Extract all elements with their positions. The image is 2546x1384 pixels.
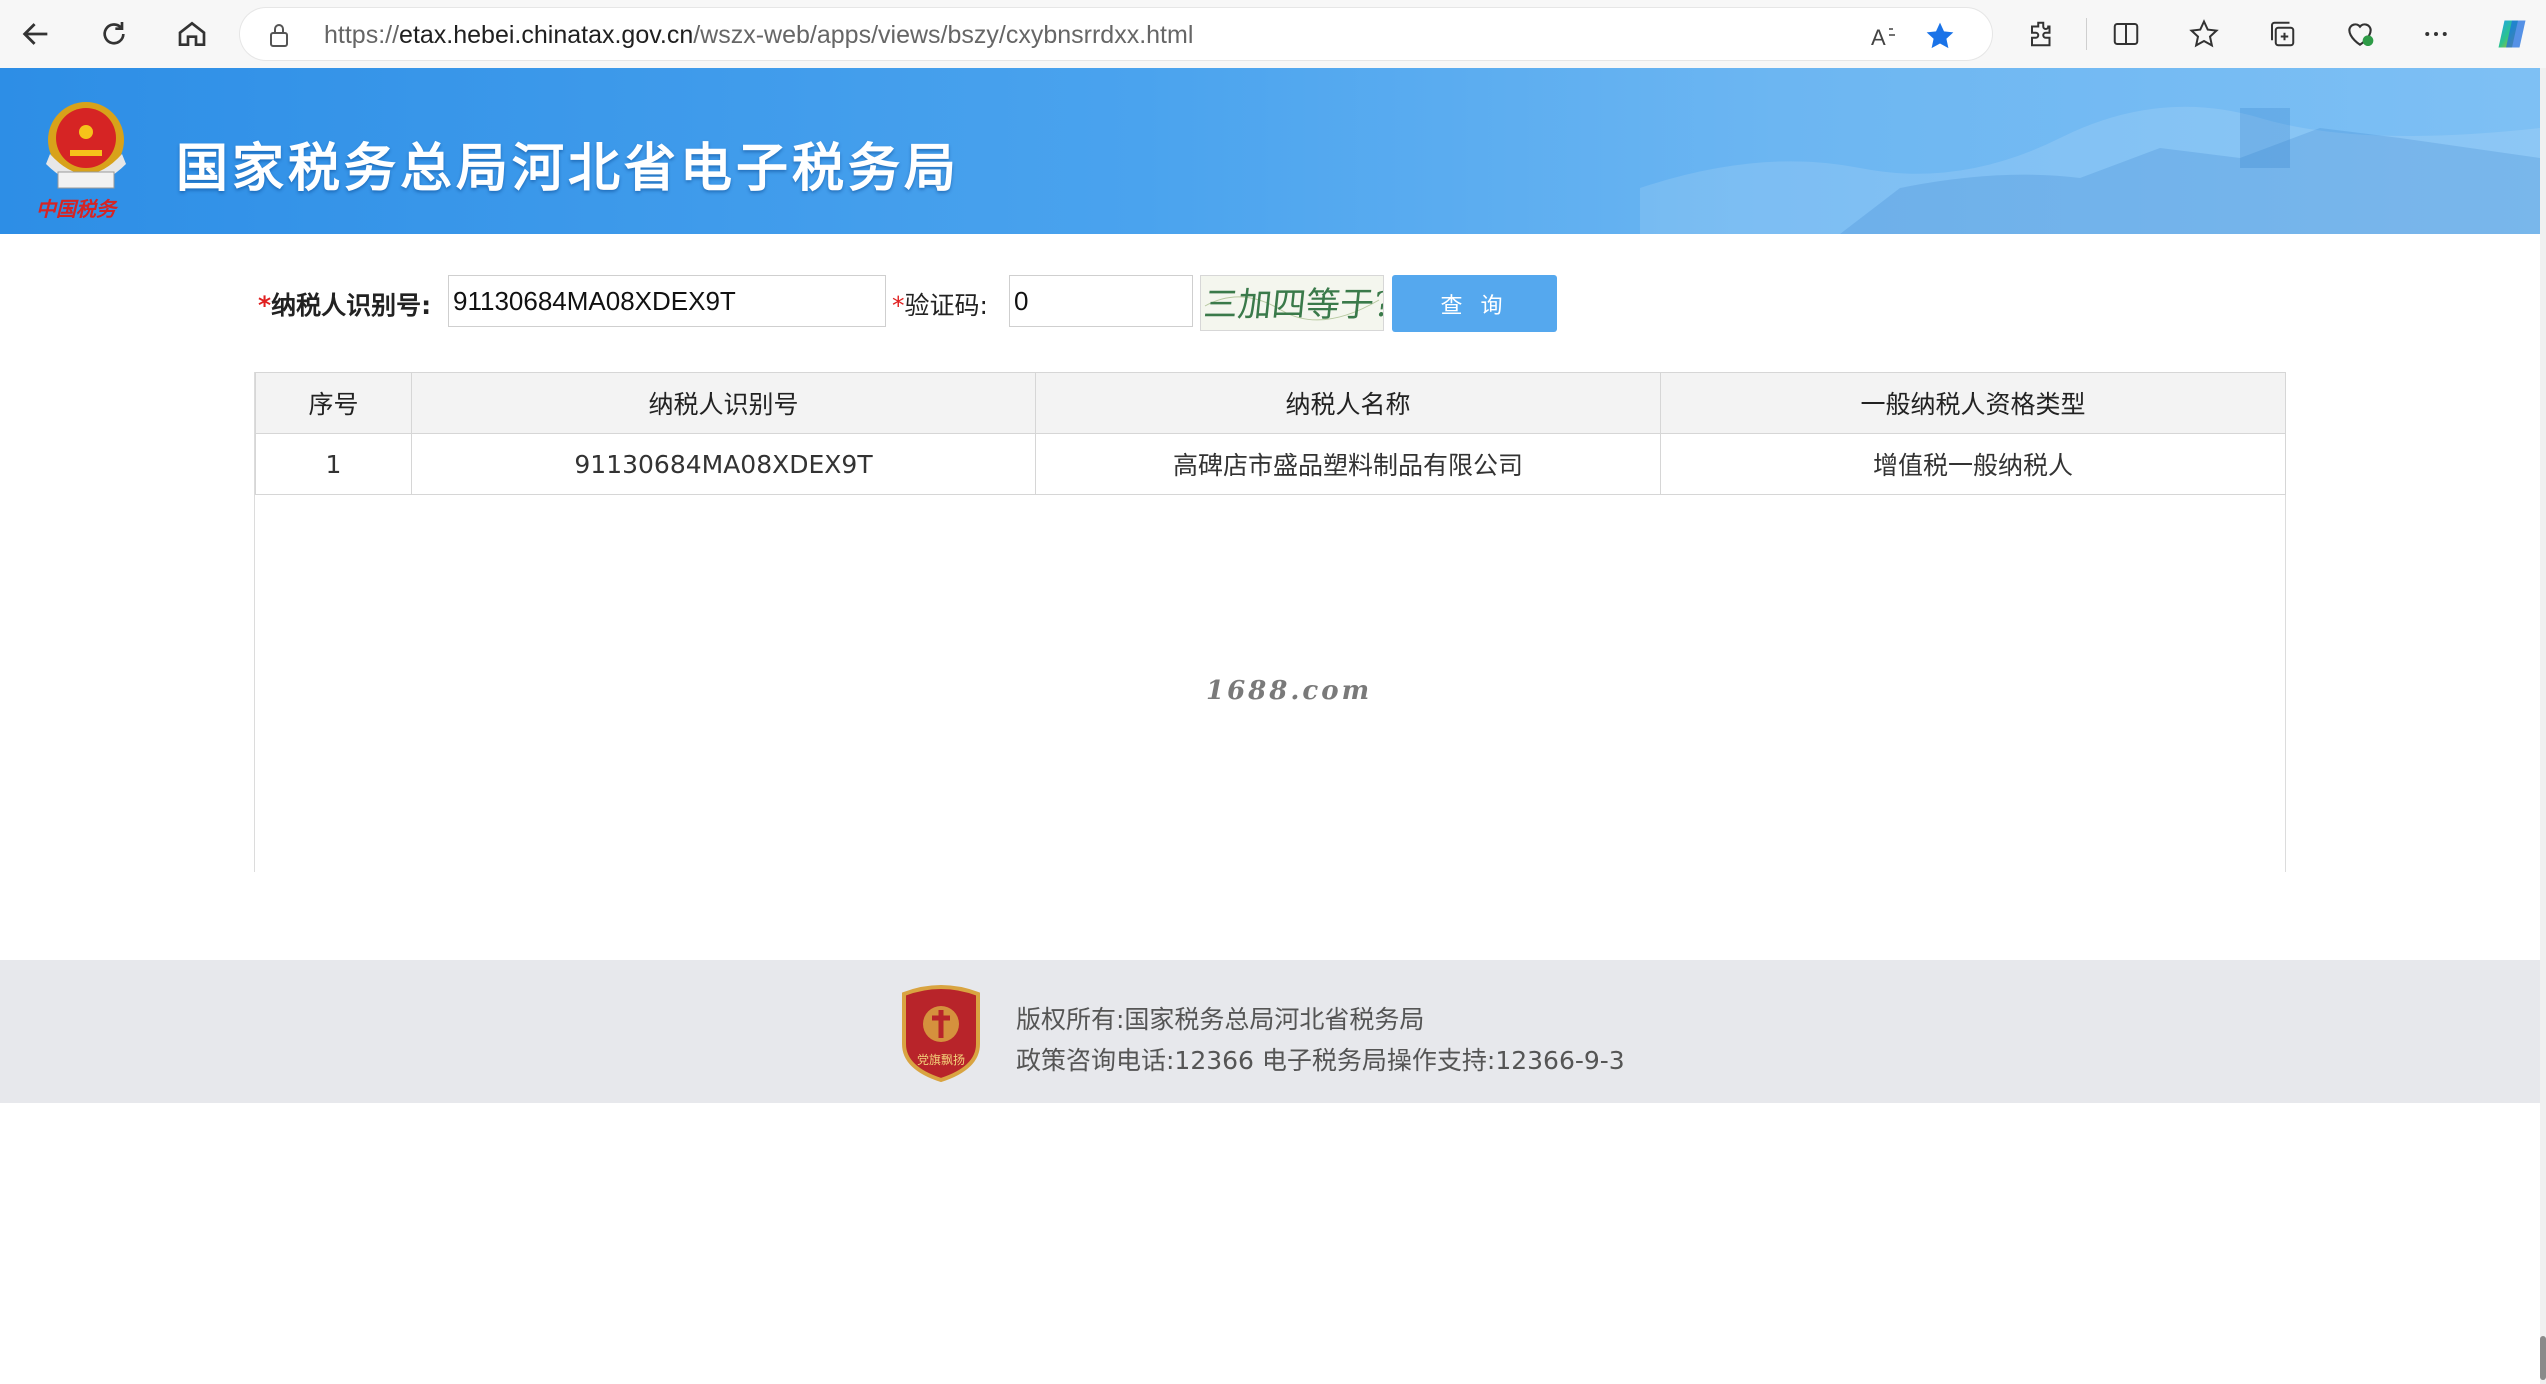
split-screen-icon[interactable] <box>2108 16 2144 52</box>
emblem-caption: 中国税务 <box>36 197 119 221</box>
lock-icon[interactable] <box>268 22 290 52</box>
browser-toolbar: https://etax.hebei.chinatax.gov.cn/wszx-… <box>0 0 2546 69</box>
col-header-taxpayer-id: 纳税人识别号 <box>411 372 1036 434</box>
scrollbar-thumb[interactable] <box>2540 1336 2546 1380</box>
table-row: 1 91130684MA08XDEX9T 高碑店市盛品塑料制品有限公司 增值税一… <box>255 433 2286 495</box>
back-icon[interactable] <box>16 14 56 54</box>
results-table-container: 序号 纳税人识别号 纳税人名称 一般纳税人资格类型 1 91130684MA08… <box>254 372 2286 872</box>
copilot-icon[interactable] <box>2494 16 2530 52</box>
favorite-star-icon[interactable] <box>1924 20 1956 52</box>
col-header-index: 序号 <box>255 372 412 434</box>
tax-emblem-logo: 中国税务 <box>30 92 146 224</box>
party-badge-logo: 党旗飘扬 <box>898 984 984 1086</box>
site-footer: 党旗飘扬 版权所有:国家税务总局河北省税务局 政策咨询电话:12366 电子税务… <box>0 960 2540 1103</box>
site-header: 中国税务 国家税务总局河北省电子税务局 <box>0 68 2540 234</box>
col-header-qualification-type: 一般纳税人资格类型 <box>1660 372 2286 434</box>
taxpayer-id-input[interactable] <box>448 275 886 327</box>
col-header-taxpayer-name: 纳税人名称 <box>1035 372 1661 434</box>
results-table: 序号 纳税人识别号 纳税人名称 一般纳税人资格类型 1 91130684MA08… <box>255 372 2286 495</box>
favorites-icon[interactable] <box>2186 16 2222 52</box>
cell-taxpayer-name: 高碑店市盛品塑料制品有限公司 <box>1035 433 1661 495</box>
read-aloud-icon[interactable]: A <box>1868 20 1900 52</box>
footer-contact: 政策咨询电话:12366 电子税务局操作支持:12366-9-3 <box>1016 1046 1625 1075</box>
great-wall-illustration <box>1640 106 2540 234</box>
cell-qualification-type: 增值税一般纳税人 <box>1660 433 2286 495</box>
cell-index: 1 <box>255 433 412 495</box>
page-scrollbar[interactable] <box>2540 68 2546 1384</box>
table-header-row: 序号 纳税人识别号 纳税人名称 一般纳税人资格类型 <box>255 372 2286 434</box>
home-icon[interactable] <box>172 14 212 54</box>
url-text[interactable]: https://etax.hebei.chinatax.gov.cn/wszx-… <box>324 21 1193 50</box>
collections-icon[interactable] <box>2264 16 2300 52</box>
captcha-image[interactable]: 三加四等于? <box>1200 275 1394 331</box>
extensions-icon[interactable] <box>2024 16 2060 52</box>
footer-copyright: 版权所有:国家税务总局河北省税务局 <box>1016 1005 1425 1034</box>
address-bar[interactable]: https://etax.hebei.chinatax.gov.cn/wszx-… <box>240 8 1992 60</box>
browser-essentials-icon[interactable] <box>2342 16 2378 52</box>
more-menu-icon[interactable] <box>2418 16 2454 52</box>
svg-text:A: A <box>1871 25 1886 50</box>
cell-taxpayer-id: 91130684MA08XDEX9T <box>411 433 1036 495</box>
captcha-text: 三加四等于? <box>1202 285 1383 325</box>
badge-text: 党旗飘扬 <box>917 1052 965 1067</box>
toolbar-divider <box>2086 18 2087 50</box>
site-title: 国家税务总局河北省电子税务局 <box>176 139 961 199</box>
watermark: 1688.com <box>1206 676 1373 706</box>
refresh-icon[interactable] <box>94 14 134 54</box>
taxpayer-id-label: *纳税人识别号: <box>258 291 432 320</box>
captcha-input[interactable] <box>1009 275 1193 327</box>
captcha-label: *验证码: <box>892 291 988 320</box>
query-button[interactable]: 查 询 <box>1392 275 1557 332</box>
